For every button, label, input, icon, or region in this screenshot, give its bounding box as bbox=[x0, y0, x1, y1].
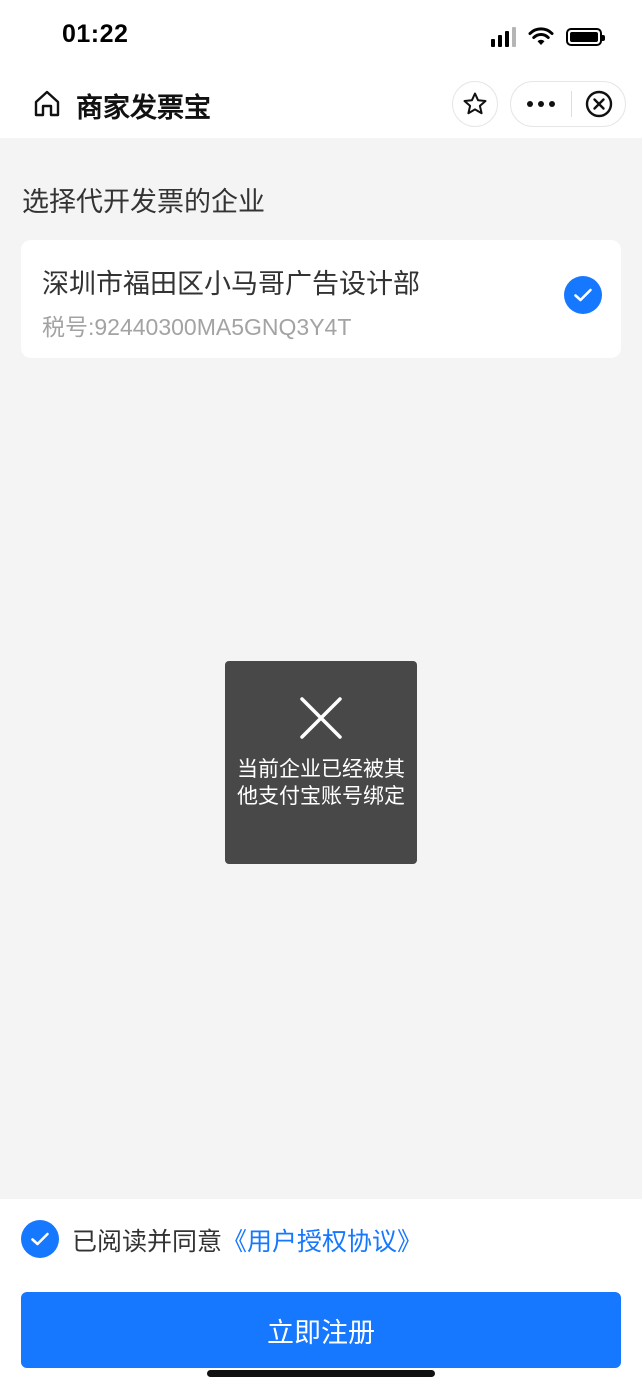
section-title: 选择代开发票的企业 bbox=[22, 187, 265, 218]
favorite-button[interactable] bbox=[452, 81, 498, 127]
checkmark-icon bbox=[31, 1232, 49, 1246]
battery-icon bbox=[566, 28, 605, 46]
toast-message: 当前企业已经被其他支付宝账号绑定 bbox=[237, 757, 405, 808]
close-circle-icon bbox=[585, 90, 612, 118]
checkmark-icon bbox=[574, 288, 592, 302]
more-dot bbox=[549, 101, 555, 107]
user-agreement-link[interactable]: 《用户授权协议》 bbox=[222, 1227, 422, 1256]
tax-id: 税号:92440300MA5GNQ3Y4T bbox=[42, 314, 352, 340]
company-card[interactable]: 深圳市福田区小马哥广告设计部 税号:92440300MA5GNQ3Y4T bbox=[21, 240, 621, 358]
menu-capsule bbox=[510, 81, 626, 127]
wifi-icon bbox=[528, 27, 554, 45]
agreement-text: 已阅读并同意《用户授权协议》 bbox=[72, 1222, 422, 1258]
star-icon bbox=[463, 92, 487, 115]
more-button[interactable] bbox=[511, 81, 571, 127]
nav-bar: 商家发票宝 bbox=[0, 72, 642, 138]
status-time: 01:22 bbox=[62, 20, 129, 48]
more-dot bbox=[527, 101, 533, 107]
company-selected-checkbox[interactable] bbox=[564, 276, 602, 314]
agreement-prefix: 已阅读并同意 bbox=[72, 1227, 223, 1256]
footer: 已阅读并同意《用户授权协议》 立即注册 bbox=[0, 1199, 642, 1389]
home-icon[interactable] bbox=[32, 88, 62, 118]
more-dot bbox=[538, 101, 544, 107]
cellular-signal-icon bbox=[491, 27, 516, 47]
register-button[interactable]: 立即注册 bbox=[21, 1292, 621, 1368]
error-toast: 当前企业已经被其他支付宝账号绑定 bbox=[225, 661, 417, 864]
status-icons bbox=[491, 24, 605, 50]
home-indicator bbox=[207, 1370, 435, 1377]
company-name: 深圳市福田区小马哥广告设计部 bbox=[42, 269, 420, 300]
close-button[interactable] bbox=[572, 81, 625, 127]
page-title: 商家发票宝 bbox=[76, 93, 211, 124]
status-bar: 01:22 bbox=[0, 0, 642, 72]
close-icon bbox=[300, 697, 342, 739]
agree-checkbox[interactable] bbox=[21, 1220, 59, 1258]
